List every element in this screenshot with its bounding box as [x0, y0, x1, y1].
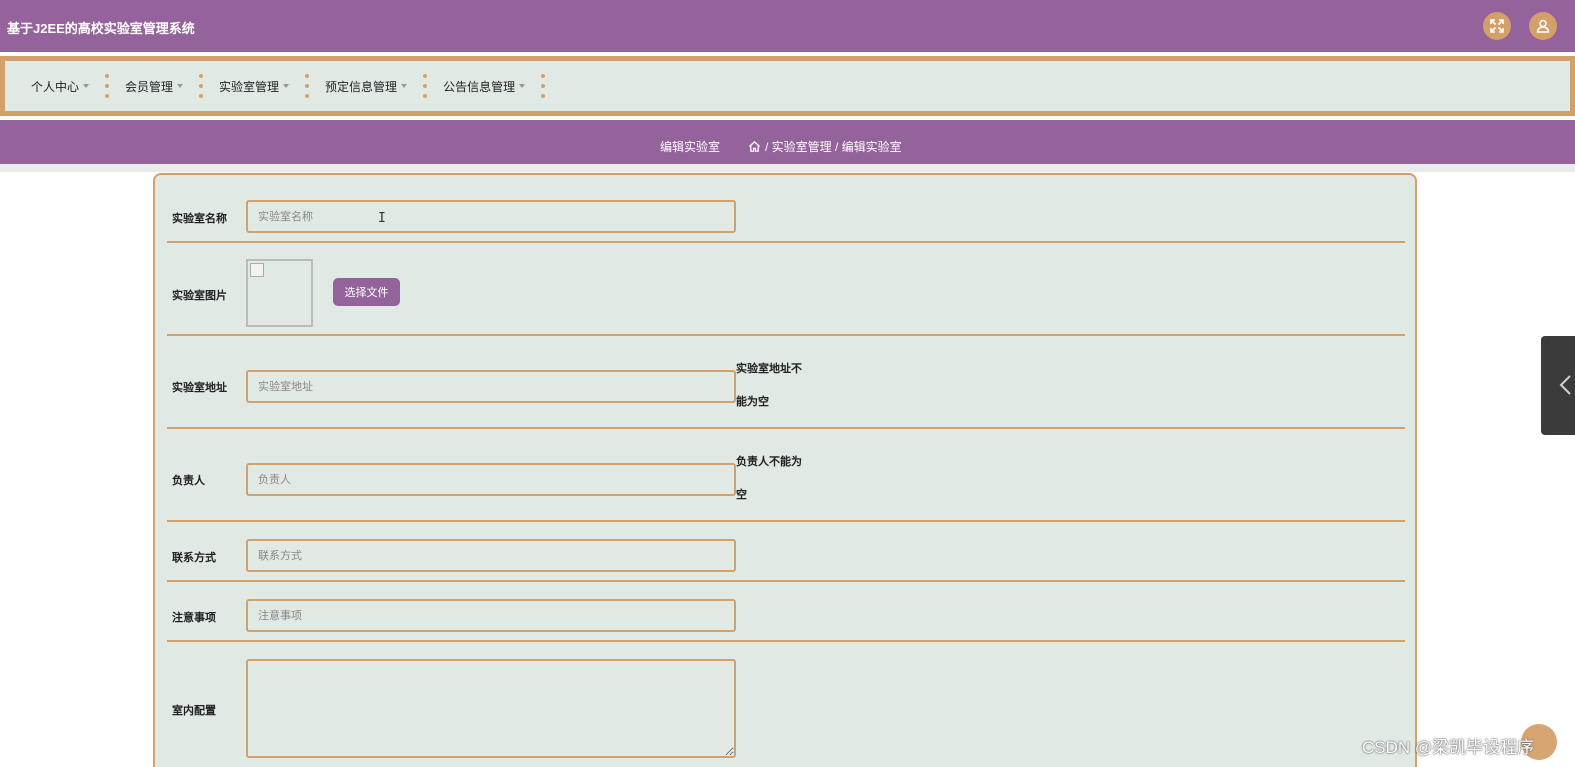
form-row-contact: 联系方式 [167, 522, 1405, 582]
broken-image-icon [250, 263, 264, 277]
user-icon [1536, 19, 1550, 33]
manager-error: 负责人不能为空 [736, 456, 802, 501]
menu-item-label: 个人中心 [31, 79, 80, 94]
fullscreen-button[interactable] [1483, 12, 1511, 40]
form-row-lab-address: 实验室地址 实验室地址不能为空 [167, 336, 1405, 429]
breadcrumb: / 实验室管理 / 编辑实验室 [748, 138, 902, 155]
lab-image-label: 实验室图片 [172, 290, 227, 302]
manager-label: 负责人 [172, 475, 205, 487]
menu-item-label: 实验室管理 [219, 79, 280, 94]
lab-address-error: 实验室地址不能为空 [736, 363, 802, 408]
notes-input[interactable] [246, 599, 736, 632]
menu-separator [541, 74, 546, 98]
caret-down-icon [401, 84, 408, 88]
watermark: CSDN @梁凯毕设程序 [1362, 738, 1535, 757]
chevron-left-icon [1559, 375, 1571, 395]
divider-band [0, 164, 1575, 172]
user-button[interactable] [1529, 12, 1557, 40]
breadcrumb-path[interactable]: / 实验室管理 / 编辑实验室 [765, 138, 902, 155]
caret-down-icon [83, 84, 90, 88]
form-row-notes: 注意事项 [167, 582, 1405, 642]
caret-down-icon [177, 84, 184, 88]
menu-separator [199, 74, 204, 98]
menu-bar-inner: 个人中心 会员管理 实验室管理 预定信息管理 公告信息管理 [3, 59, 1572, 113]
lab-address-label: 实验室地址 [172, 382, 227, 394]
menu-item-notice-management[interactable]: 公告信息管理 [433, 61, 535, 111]
top-bar: 基于J2EE的高校实验室管理系统 [0, 0, 1575, 52]
side-panel-toggle[interactable] [1541, 336, 1575, 435]
contact-label: 联系方式 [172, 552, 216, 564]
notes-label: 注意事项 [172, 612, 216, 624]
page-title: 编辑实验室 [660, 140, 721, 154]
menu-separator [305, 74, 310, 98]
menu-item-label: 公告信息管理 [443, 79, 516, 94]
form-row-lab-name: 实验室名称 [167, 189, 1405, 243]
form-row-lab-image: 实验室图片 选择文件 [167, 243, 1405, 336]
lab-name-label: 实验室名称 [172, 213, 227, 225]
lab-name-input[interactable] [246, 200, 736, 233]
menu-item-member-management[interactable]: 会员管理 [115, 61, 193, 111]
lab-address-input[interactable] [246, 370, 736, 403]
menu-separator [423, 74, 428, 98]
app-title: 基于J2EE的高校实验室管理系统 [7, 21, 195, 36]
contact-input[interactable] [246, 539, 736, 572]
caret-down-icon [283, 84, 290, 88]
breadcrumb-bar: 编辑实验室 / 实验室管理 / 编辑实验室 [0, 120, 1575, 164]
menu-item-label: 预定信息管理 [325, 79, 398, 94]
edit-lab-form: 实验室名称 实验室图片 选择文件 实验室地址 实验室地址不能为空 负责人 负责人… [153, 173, 1417, 767]
manager-input[interactable] [246, 463, 736, 496]
lab-image-preview [246, 259, 313, 327]
config-textarea[interactable] [246, 659, 736, 758]
home-icon[interactable] [748, 140, 761, 153]
menu-item-label: 会员管理 [125, 79, 174, 94]
choose-file-button[interactable]: 选择文件 [333, 278, 400, 306]
menu-item-personal-center[interactable]: 个人中心 [21, 61, 99, 111]
text-cursor-icon: I [378, 211, 386, 226]
menu-item-lab-management[interactable]: 实验室管理 [209, 61, 299, 111]
menu-bar: 个人中心 会员管理 实验室管理 预定信息管理 公告信息管理 [0, 56, 1575, 116]
caret-down-icon [519, 84, 526, 88]
form-row-manager: 负责人 负责人不能为空 [167, 429, 1405, 522]
form-row-config: 室内配置 [167, 642, 1405, 767]
menu-item-booking-management[interactable]: 预定信息管理 [315, 61, 417, 111]
config-label: 室内配置 [172, 705, 216, 717]
menu-separator [105, 74, 110, 98]
fullscreen-icon [1490, 19, 1504, 33]
